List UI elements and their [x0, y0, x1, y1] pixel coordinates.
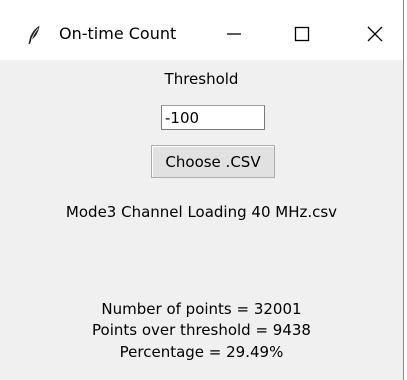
app-window: On-time Count Threshold Choose .CSV Mode… — [0, 0, 404, 380]
feather-icon — [27, 25, 41, 45]
window-title: On-time Count — [59, 24, 177, 43]
threshold-input[interactable] — [161, 105, 265, 130]
minimize-button[interactable] — [211, 14, 257, 54]
percentage-text: Percentage = 29.49% — [119, 343, 284, 361]
close-button[interactable] — [352, 14, 398, 54]
maximize-button[interactable] — [279, 14, 325, 54]
points-count-text: Number of points = 32001 — [101, 300, 302, 318]
main-content: Threshold Choose .CSV Mode3 Channel Load… — [0, 60, 403, 380]
points-over-threshold-text: Points over threshold = 9438 — [92, 321, 311, 339]
minimize-icon — [226, 26, 242, 42]
maximize-icon — [294, 26, 310, 42]
title-bar[interactable]: On-time Count — [0, 0, 403, 60]
selected-file-label: Mode3 Channel Loading 40 MHz.csv — [65, 203, 338, 221]
threshold-label: Threshold — [164, 70, 239, 88]
close-icon — [367, 26, 383, 42]
choose-csv-button[interactable]: Choose .CSV — [151, 145, 275, 178]
